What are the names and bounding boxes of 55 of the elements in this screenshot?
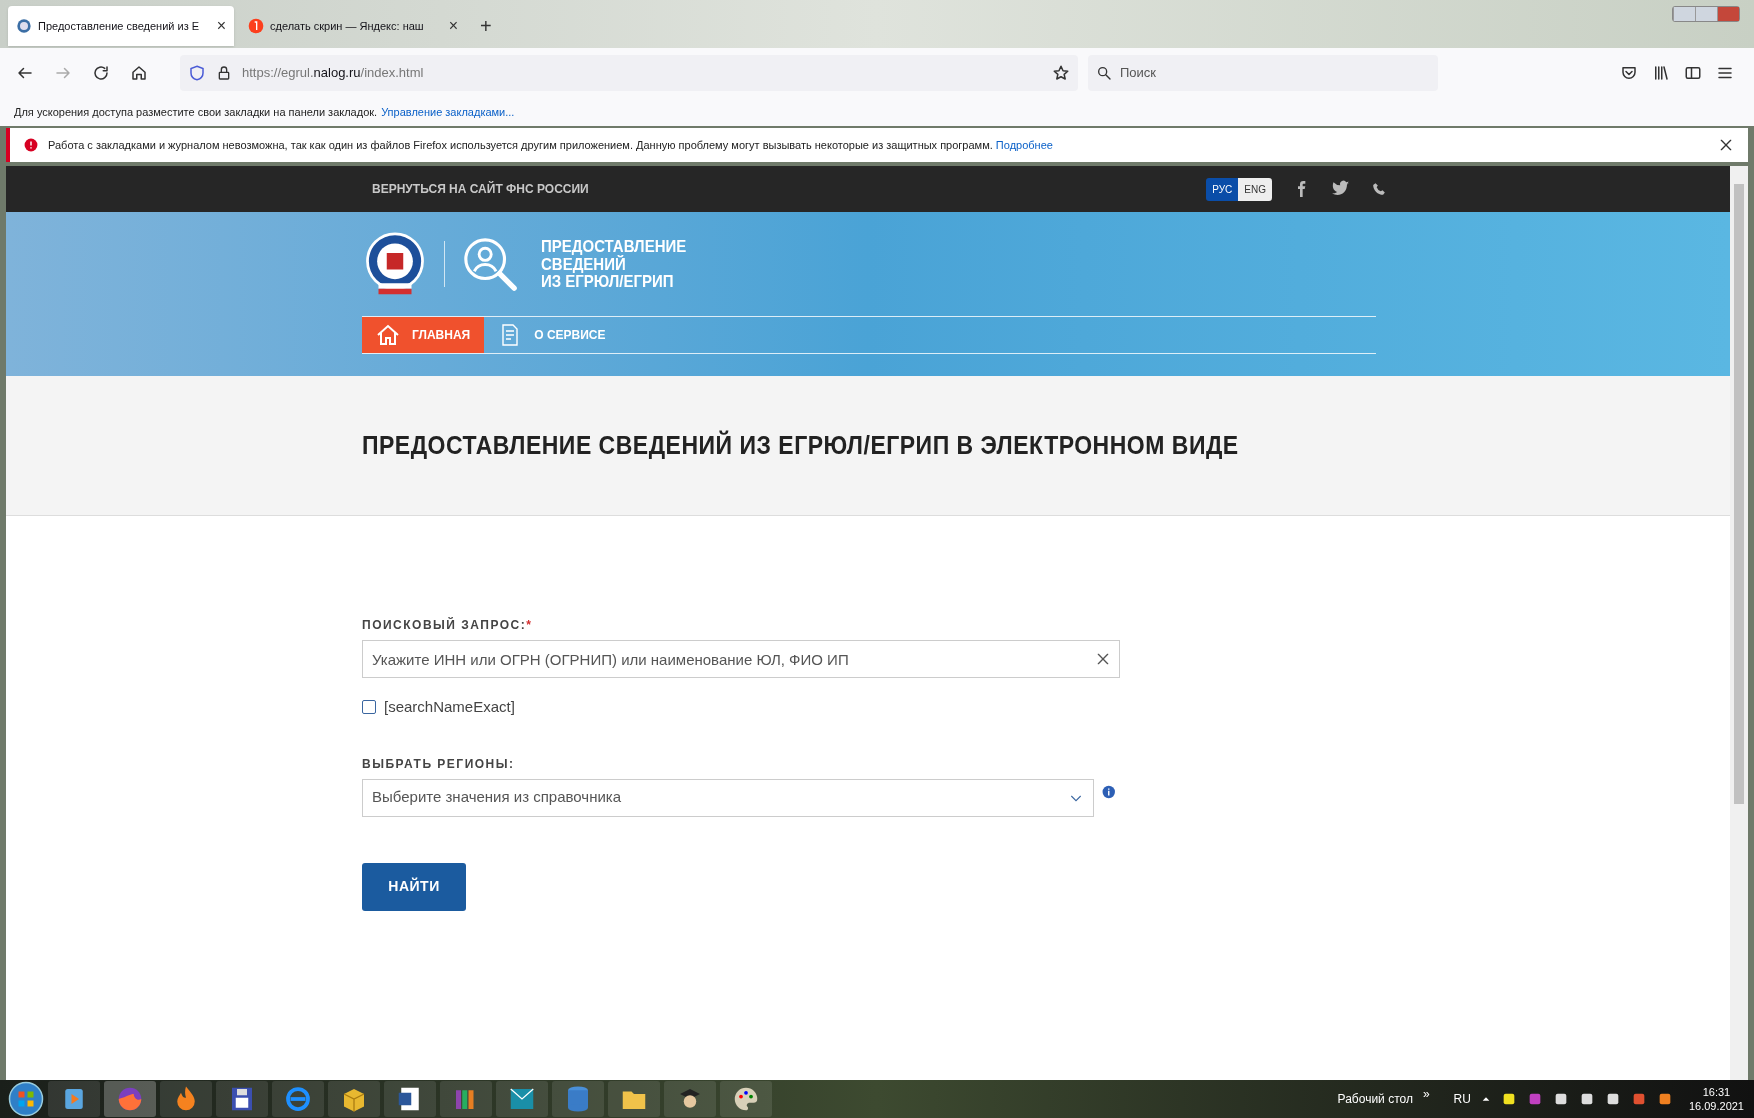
find-button[interactable]: НАЙТИ xyxy=(362,862,466,911)
window-controls xyxy=(1672,6,1740,22)
select-placeholder: Выберите значения из справочника xyxy=(372,787,623,808)
new-tab-button[interactable]: + xyxy=(480,16,492,36)
search-query-field[interactable]: Укажите ИНН или ОГРН (ОГРНИП) или наименование ЮЛ, ФИО ИП xyxy=(362,640,1120,678)
region-select[interactable]: Выберите значения из справочника xyxy=(362,778,1095,817)
star-icon[interactable] xyxy=(1052,64,1070,82)
tab-close-button[interactable]: × xyxy=(448,18,458,34)
notification-text: Работа с закладками и журналом невозможна, так как один из файлов Firefox используется другим приложением. Данную проблему могут вызывать некоторые из защитных программ. Подробнее xyxy=(48,137,1053,153)
desktop-toolbar-label[interactable]: Рабочий стол xyxy=(1337,1090,1413,1108)
phone-icon[interactable] xyxy=(1372,182,1386,196)
notification-link[interactable]: Подробнее xyxy=(995,138,1053,151)
search-field[interactable]: Поиск xyxy=(1088,55,1438,91)
bookmarks-hint: Для ускорения доступа разместите свои закладки на панели закладок. xyxy=(14,104,378,120)
checkbox[interactable] xyxy=(362,700,376,715)
shield-icon xyxy=(188,64,206,82)
sidebar-icon[interactable] xyxy=(1684,64,1702,82)
letter-circle-icon xyxy=(248,18,264,34)
start-orb-icon[interactable] xyxy=(8,1081,44,1117)
page-heading: ПРЕДОСТАВЛЕНИЕ СВЕДЕНИЙ ИЗ ЕГРЮЛ/ЕГРИП В ЭЛЕКТРОННОМ ВИДЕ xyxy=(362,429,1239,462)
tab-close-button[interactable]: × xyxy=(216,18,226,34)
bird-icon[interactable] xyxy=(1332,180,1350,198)
reload-icon[interactable] xyxy=(92,64,110,82)
browser-tab[interactable]: Предоставление сведений из Е × xyxy=(8,6,234,46)
address-bar[interactable]: https://egrul.nalog.ru/index.html xyxy=(180,55,1078,91)
info-icon[interactable] xyxy=(1102,784,1116,799)
field-label: ВЫБРАТЬ РЕГИОНЫ: xyxy=(362,755,516,773)
search-placeholder: Поиск xyxy=(1120,64,1157,83)
home-icon[interactable] xyxy=(130,64,148,82)
scrollbar[interactable] xyxy=(1730,166,1748,1080)
checkbox-label: [searchNameExact] xyxy=(384,697,515,717)
clear-icon[interactable] xyxy=(1095,651,1111,667)
globe-icon xyxy=(16,18,32,34)
toolbar-expand-button[interactable]: » xyxy=(1422,1085,1430,1103)
bookmarks-link[interactable]: Управление закладками... xyxy=(381,103,515,121)
language-toggle[interactable]: РУС xyxy=(1206,177,1239,201)
alert-icon xyxy=(24,138,38,152)
language-toggle[interactable]: ENG xyxy=(1238,177,1272,201)
house-icon xyxy=(376,323,400,347)
tab-title: сделать скрин — Яндекс: наш xyxy=(270,18,425,34)
padlock-icon xyxy=(216,65,232,81)
pocket-icon[interactable] xyxy=(1620,64,1638,82)
nav-tab[interactable]: ГЛАВНАЯ xyxy=(362,317,485,353)
close-icon[interactable] xyxy=(1718,137,1734,153)
clock-time[interactable]: 16:31 xyxy=(1702,1085,1731,1099)
logo-text: ПРЕДОСТАВЛЕНИЕ СВЕДЕНИЙ ИЗ ЕГРЮЛ/ЕГРИП xyxy=(541,237,687,291)
url-text: https://egrul.nalog.ru/index.html xyxy=(242,64,425,83)
tab-title: Предоставление сведений из Е xyxy=(38,18,201,34)
back-link[interactable]: ВЕРНУТЬСЯ НА САЙТ ФНС РОССИИ xyxy=(372,180,589,198)
field-label: ПОИСКОВЫЙ ЗАПРОС:* xyxy=(362,616,534,634)
language-indicator[interactable]: RU xyxy=(1453,1090,1471,1108)
library-icon[interactable] xyxy=(1652,64,1670,82)
browser-tab[interactable]: сделать скрин — Яндекс: наш × xyxy=(240,6,466,46)
clock-date[interactable]: 16.09.2021 xyxy=(1688,1099,1744,1113)
search-icon xyxy=(1096,65,1112,81)
